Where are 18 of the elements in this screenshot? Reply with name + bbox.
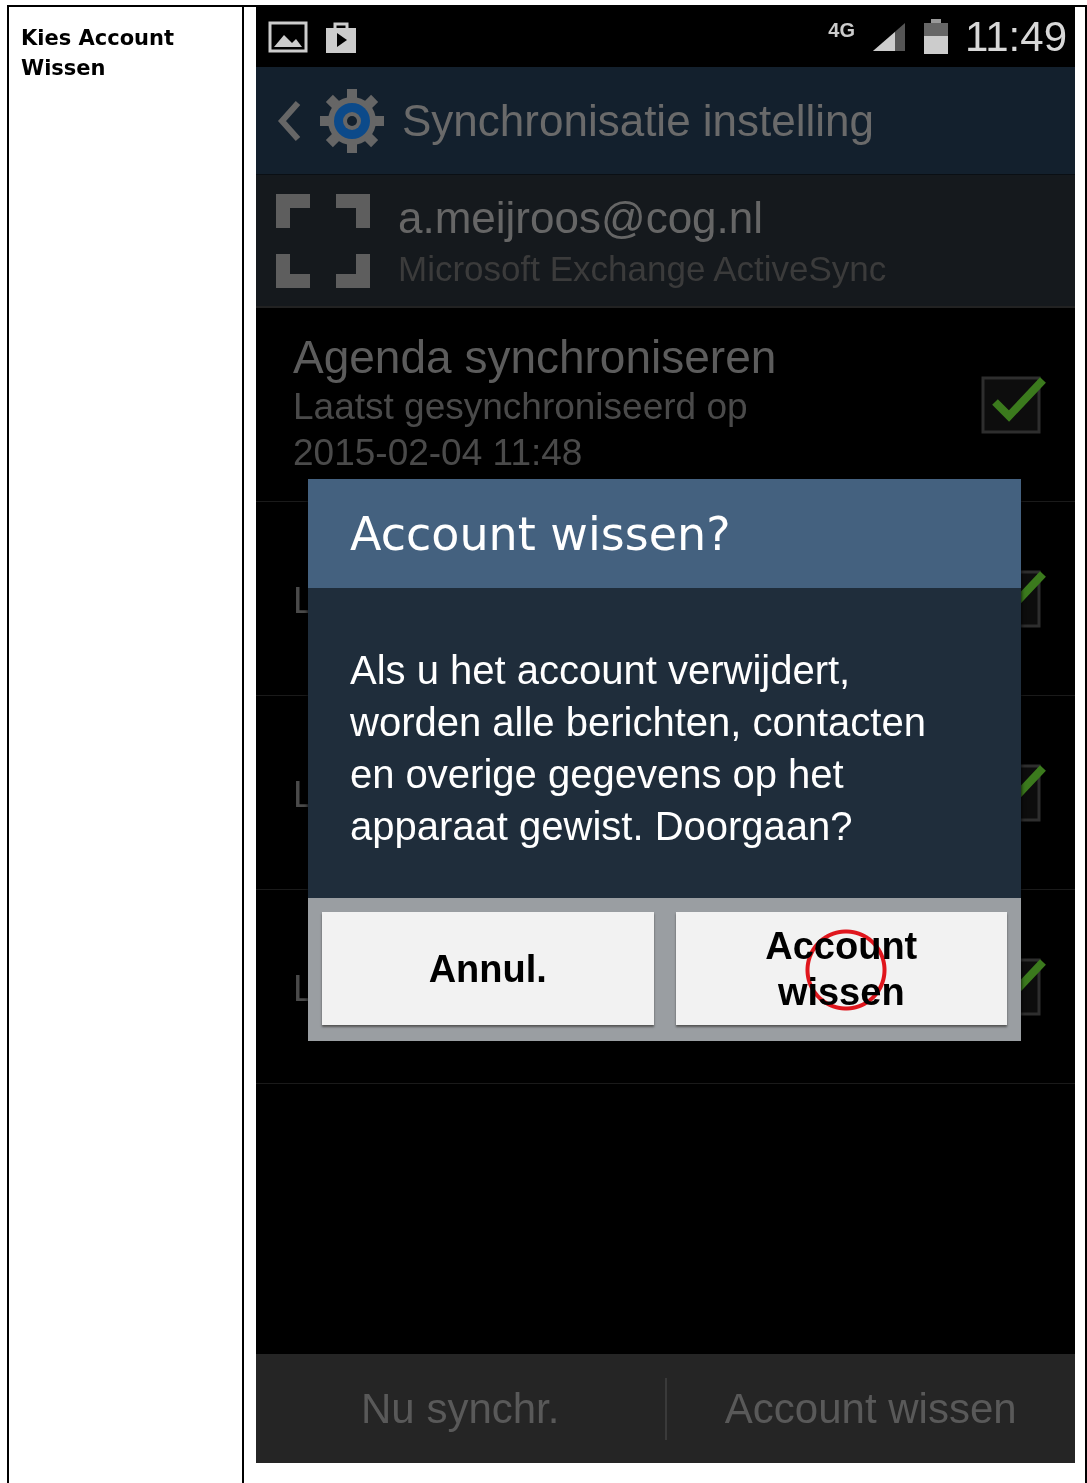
account-email: a.meijroos@cog.nl: [398, 192, 765, 243]
dialog-button[interactable]: Annul.: [322, 912, 654, 1025]
shopping-bag-icon: [324, 20, 358, 54]
step-label: Kies Account Wissen: [21, 25, 176, 82]
gear-icon: [318, 86, 386, 155]
clock-time: 11:49: [965, 13, 1067, 61]
network-type: 4G: [828, 18, 855, 42]
dialog-title: Account wissen?: [308, 479, 1021, 588]
dialog-message: Als u het account verwijdert, worden alle berichten, contacten en overige gegevens op het apparaat gewist. Doorgaan?: [308, 588, 1021, 898]
signal-icon: [871, 21, 907, 53]
image-icon: [268, 21, 308, 53]
sync-item-date: 2015-02-04 11:48: [293, 431, 583, 475]
back-icon[interactable]: [276, 98, 302, 143]
account-frame-icon: [276, 193, 370, 288]
sync-item-title: Agenda synchroniseren: [293, 330, 777, 384]
battery-icon: [923, 19, 949, 55]
sync-item-subtitle: Laatst gesynchroniseerd op: [293, 385, 748, 429]
screen-title: Synchronisatie instelling: [402, 95, 875, 146]
